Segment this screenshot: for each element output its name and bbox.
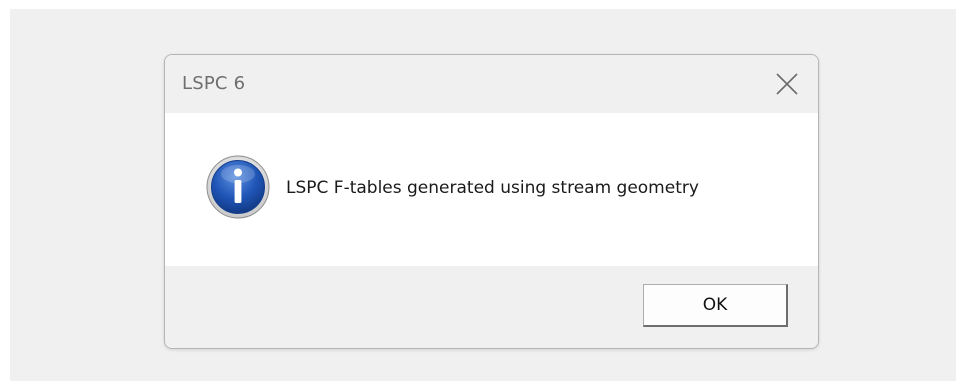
message-area: LSPC F-tables generated using stream geo… — [165, 113, 818, 266]
dialog-message: LSPC F-tables generated using stream geo… — [286, 178, 699, 198]
message-dialog: LSPC 6 LSPC F-tables generated using str… — [164, 54, 819, 349]
info-icon — [206, 155, 270, 219]
close-button[interactable] — [762, 59, 814, 107]
dialog-title: LSPC 6 — [182, 73, 246, 94]
title-bar: LSPC 6 — [165, 55, 818, 113]
ok-button[interactable]: OK — [643, 284, 788, 327]
close-icon — [776, 73, 798, 95]
button-bar: OK — [165, 266, 818, 348]
